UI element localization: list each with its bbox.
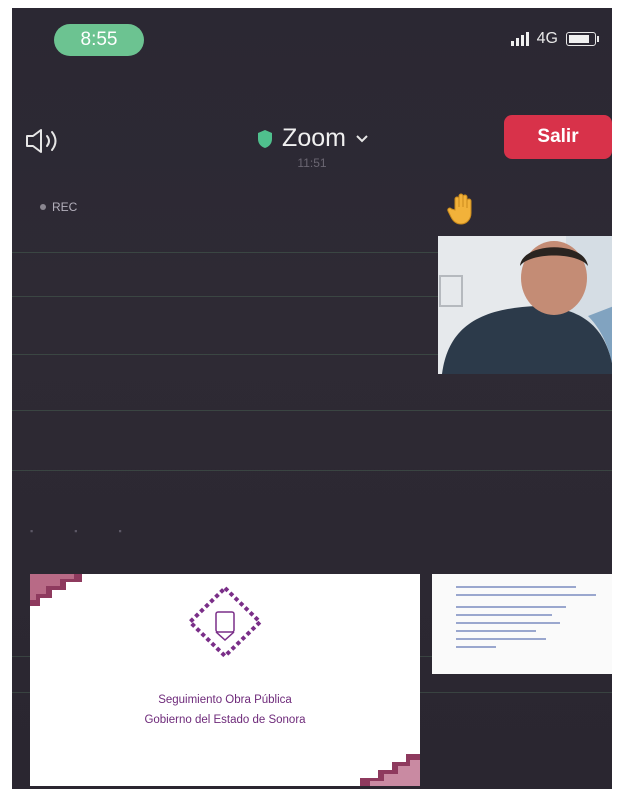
slide-title: Seguimiento Obra Pública xyxy=(158,694,292,706)
status-indicators: 4G xyxy=(510,30,599,48)
participant-image xyxy=(438,236,612,374)
battery-icon xyxy=(566,32,599,46)
chevron-down-icon xyxy=(356,134,368,142)
meeting-screen: 8:55 4G Zoom 11:51 Salir REC ▪ ▪ ▪ Segui… xyxy=(12,8,612,789)
signal-icon xyxy=(510,32,529,46)
thumb-text-line xyxy=(456,614,552,616)
meeting-title: Zoom xyxy=(282,124,346,152)
thumb-text-line xyxy=(456,622,560,624)
scan-line xyxy=(12,410,612,411)
participant-video[interactable] xyxy=(438,236,612,374)
share-tool[interactable] xyxy=(74,526,82,536)
recording-label: REC xyxy=(52,200,78,214)
shared-slide[interactable]: Seguimiento Obra Pública Gobierno del Es… xyxy=(30,574,420,786)
share-toolbar xyxy=(30,526,127,536)
scan-line xyxy=(12,470,612,471)
leave-button[interactable]: Salir xyxy=(504,115,612,159)
shared-document-thumbnail[interactable] xyxy=(432,574,612,674)
network-type: 4G xyxy=(536,30,558,47)
slide-caption: Seguimiento Obra Pública Gobierno del Es… xyxy=(30,690,420,730)
recording-indicator: REC xyxy=(40,200,77,214)
raised-hand-icon xyxy=(447,193,472,225)
thumb-text-line xyxy=(456,646,496,648)
share-tool[interactable] xyxy=(30,526,38,536)
share-tool[interactable] xyxy=(118,526,126,536)
rec-dot-icon xyxy=(40,204,46,210)
slide-decoration xyxy=(30,574,420,786)
thumb-text-line xyxy=(456,606,566,608)
status-time: 8:55 xyxy=(54,24,144,56)
shield-icon xyxy=(258,129,273,148)
thumb-text-line xyxy=(456,638,546,640)
seal-logo-icon xyxy=(187,585,263,659)
slide-subtitle: Gobierno del Estado de Sonora xyxy=(144,714,306,726)
thumb-text-line xyxy=(456,586,576,588)
thumb-text-line xyxy=(456,594,596,596)
thumb-text-line xyxy=(456,630,536,632)
